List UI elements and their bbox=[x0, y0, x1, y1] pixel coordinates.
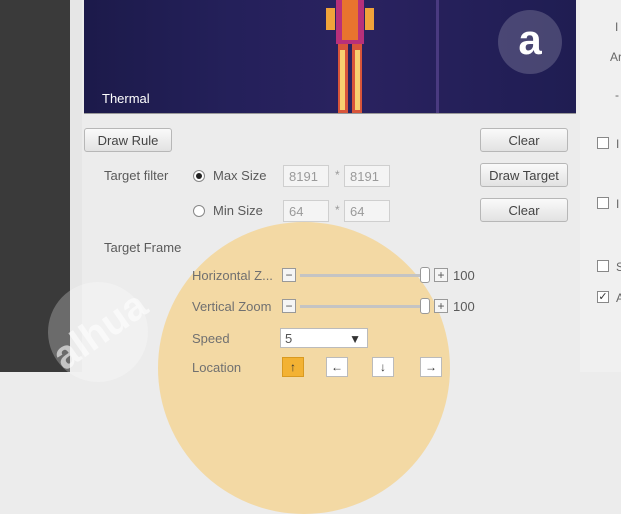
right-stub-5: S bbox=[616, 260, 621, 274]
brand-logo-icon: a bbox=[498, 10, 562, 74]
target-frame-label: Target Frame bbox=[104, 240, 182, 255]
speed-value: 5 bbox=[285, 331, 293, 346]
draw-rule-button[interactable]: Draw Rule bbox=[84, 128, 172, 152]
horizontal-zoom-track[interactable] bbox=[300, 274, 422, 277]
min-size-radio[interactable] bbox=[193, 205, 205, 217]
right-stub-text: Ar bbox=[610, 50, 621, 64]
min-times-sign: * bbox=[335, 203, 340, 217]
max-height-input[interactable]: 8191 bbox=[344, 165, 390, 187]
vertical-zoom-minus-button[interactable]: − bbox=[282, 299, 296, 313]
right-stub-6: A bbox=[616, 291, 621, 305]
move-right-button[interactable]: → bbox=[420, 357, 442, 377]
right-stub-4: I bbox=[616, 197, 620, 211]
draw-target-button[interactable]: Draw Target bbox=[480, 163, 568, 187]
right-stub-1: I bbox=[615, 20, 619, 34]
right-checkbox-1[interactable] bbox=[597, 137, 609, 149]
location-label: Location bbox=[192, 360, 242, 375]
right-stub-3: I bbox=[616, 137, 620, 151]
min-height-input[interactable]: 64 bbox=[344, 200, 390, 222]
video-label: Thermal bbox=[102, 91, 150, 106]
person-silhouette bbox=[326, 0, 374, 113]
min-width-input[interactable]: 64 bbox=[283, 200, 329, 222]
vertical-zoom-label: Vertical Zoom bbox=[192, 299, 272, 314]
vertical-zoom-value: 100 bbox=[453, 299, 475, 314]
right-checkbox-3[interactable] bbox=[597, 260, 609, 272]
clear-target-button[interactable]: Clear bbox=[480, 198, 568, 222]
move-down-button[interactable]: ↓ bbox=[372, 357, 394, 377]
speed-label: Speed bbox=[192, 331, 230, 346]
thermal-video: a Thermal bbox=[84, 0, 576, 114]
vertical-zoom-plus-button[interactable]: + bbox=[434, 299, 448, 313]
vertical-zoom-thumb[interactable] bbox=[420, 298, 430, 314]
max-size-radio[interactable] bbox=[193, 170, 205, 182]
max-times-sign: * bbox=[335, 168, 340, 182]
horizontal-zoom-thumb[interactable] bbox=[420, 267, 430, 283]
left-gap bbox=[70, 0, 82, 372]
horizontal-zoom-minus-button[interactable]: − bbox=[282, 268, 296, 282]
vertical-zoom-track[interactable] bbox=[300, 305, 422, 308]
speed-select[interactable]: 5 ▼ bbox=[280, 328, 368, 348]
min-size-label: Min Size bbox=[213, 203, 263, 218]
chevron-down-icon: ▼ bbox=[349, 332, 361, 346]
move-up-button[interactable]: ↑ bbox=[282, 357, 304, 377]
horizontal-zoom-plus-button[interactable]: + bbox=[434, 268, 448, 282]
left-sidebar bbox=[0, 0, 70, 372]
right-checkbox-4[interactable]: ✓ bbox=[597, 291, 609, 303]
horizontal-zoom-label: Horizontal Z... bbox=[192, 268, 273, 283]
move-left-button[interactable]: ← bbox=[326, 357, 348, 377]
right-stub-2: - bbox=[615, 88, 619, 102]
target-filter-label: Target filter bbox=[104, 168, 169, 183]
right-panel: I Ar - I I S ✓ A bbox=[580, 0, 621, 372]
max-size-label: Max Size bbox=[213, 168, 267, 183]
pole bbox=[436, 0, 439, 113]
right-checkbox-2[interactable] bbox=[597, 197, 609, 209]
clear-rule-button[interactable]: Clear bbox=[480, 128, 568, 152]
max-width-input[interactable]: 8191 bbox=[283, 165, 329, 187]
horizontal-zoom-value: 100 bbox=[453, 268, 475, 283]
